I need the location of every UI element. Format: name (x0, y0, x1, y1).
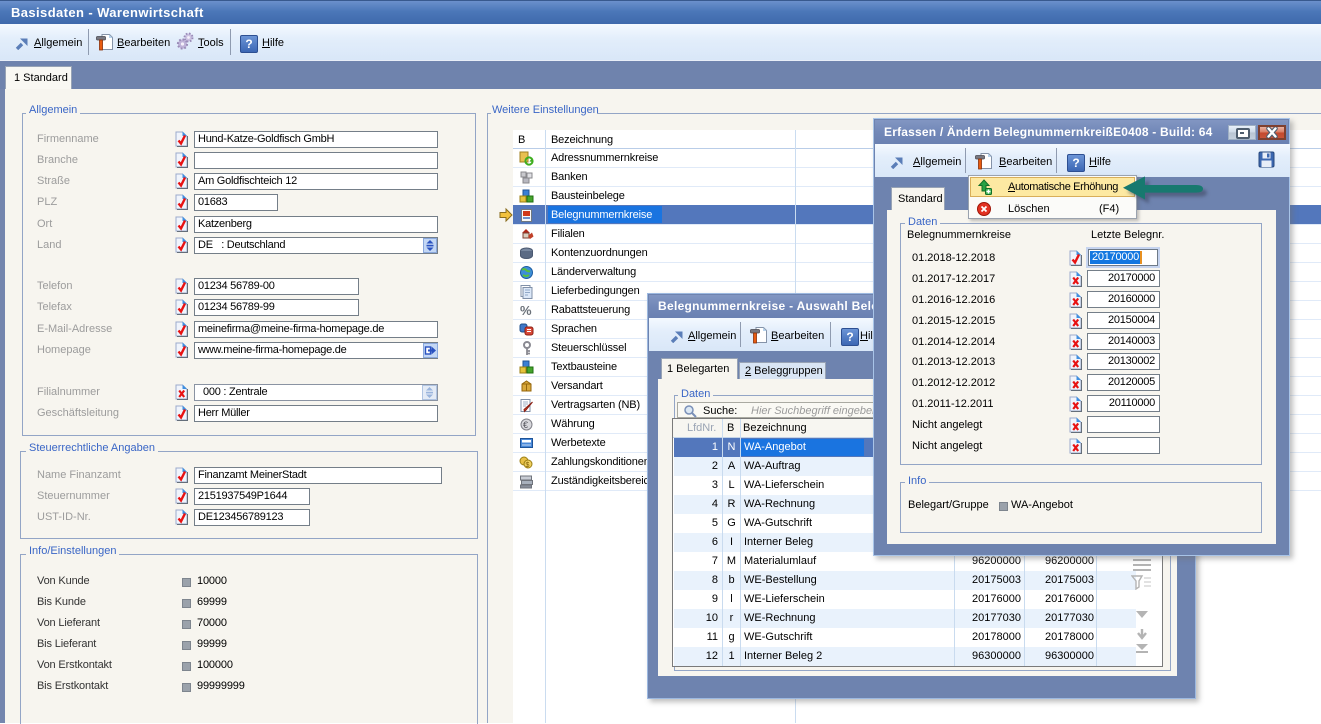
svg-text:%: % (520, 303, 532, 318)
svg-text:€: € (523, 420, 528, 430)
svg-text:$: $ (526, 462, 530, 469)
